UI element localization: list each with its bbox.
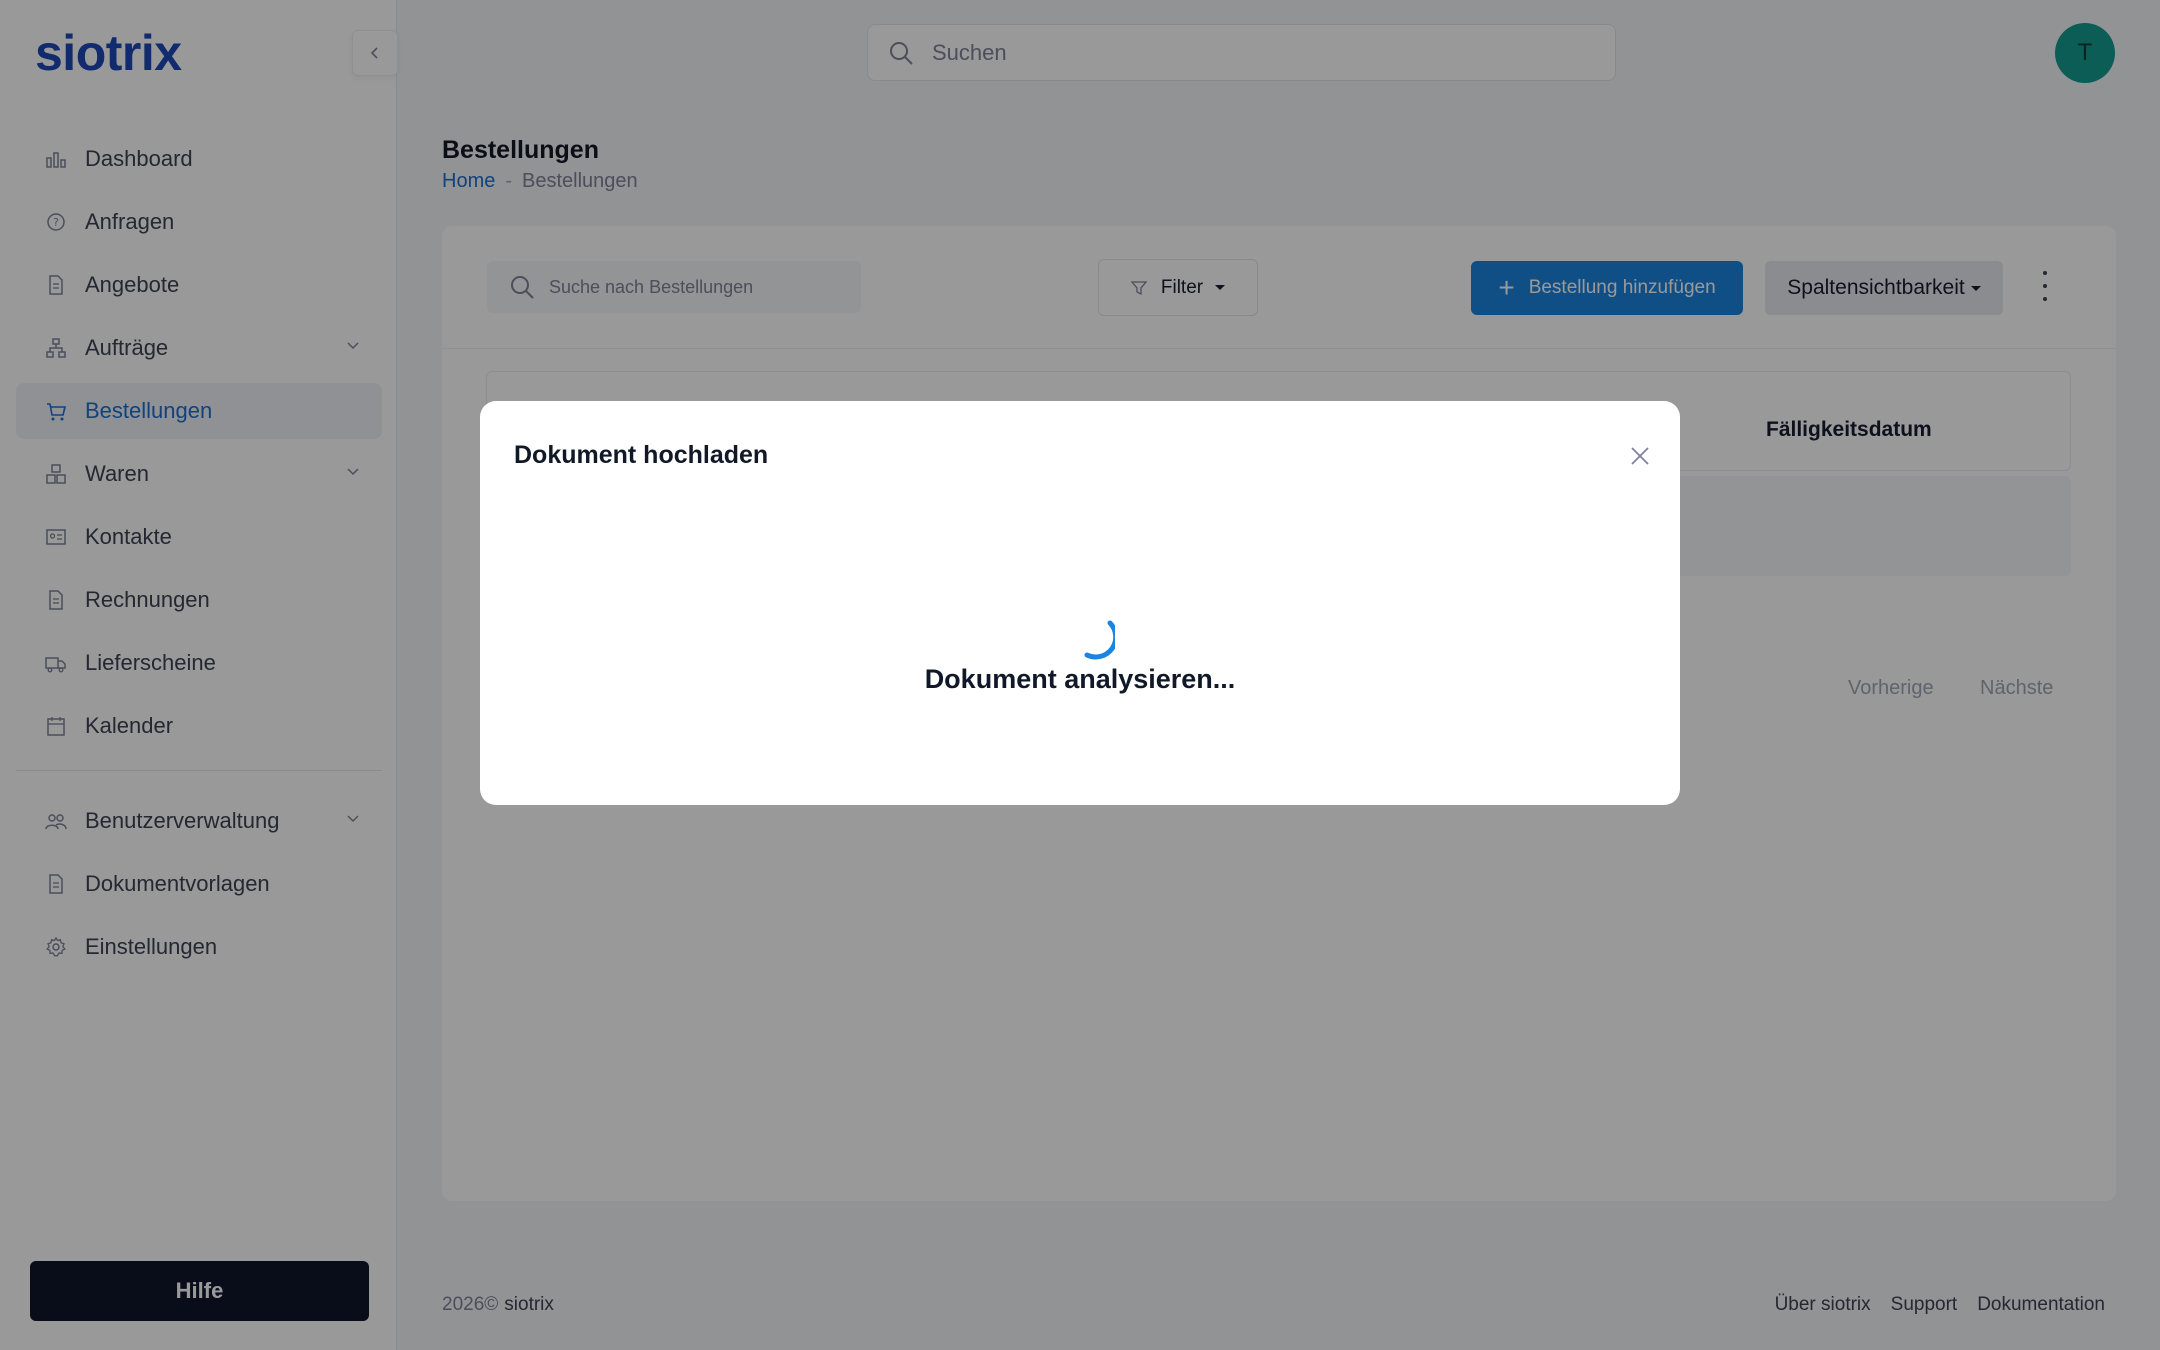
modal-status-text: Dokument analysieren... [924,664,1236,694]
close-icon[interactable] [1629,445,1651,467]
modal-title: Dokument hochladen [514,441,769,469]
loading-spinner-icon [1084,620,1115,660]
upload-document-modal: Dokument hochladen Dokument analysieren.… [480,401,1680,805]
